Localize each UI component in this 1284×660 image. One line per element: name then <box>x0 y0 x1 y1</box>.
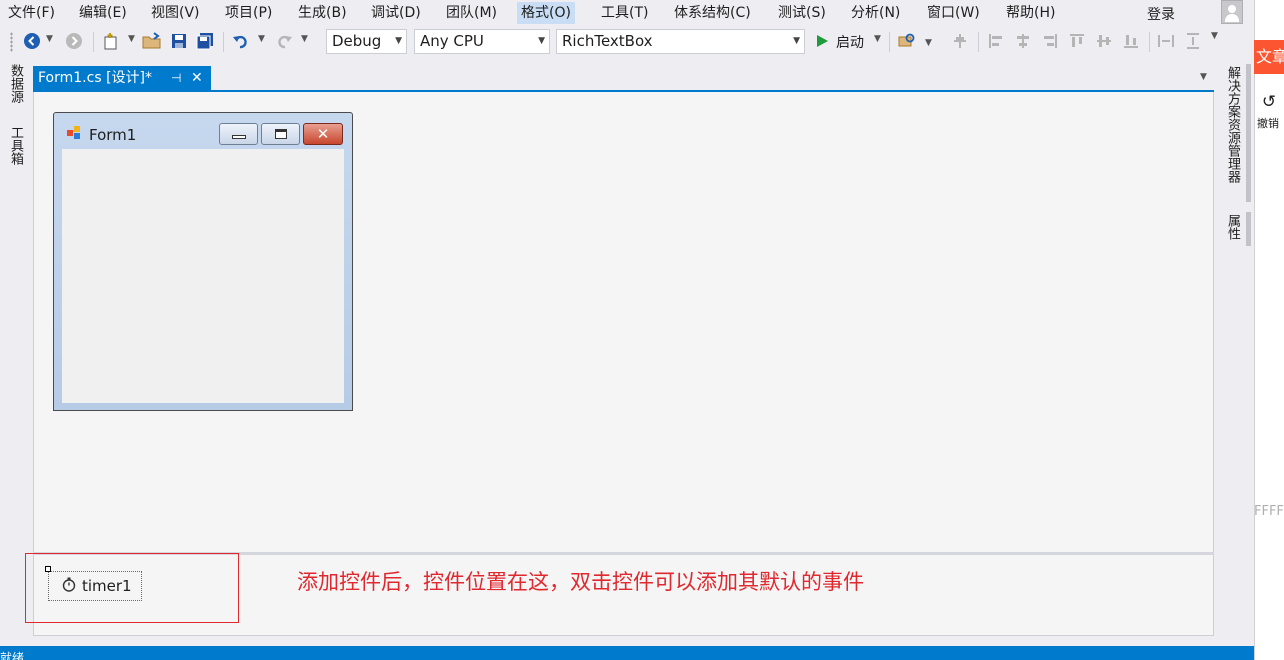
align-middles-icon[interactable] <box>1093 30 1115 52</box>
menu-edit[interactable]: 编辑(E) <box>75 2 131 24</box>
close-icon: ✕ <box>316 125 330 143</box>
maximize-icon <box>274 129 287 139</box>
menu-architecture[interactable]: 体系结构(C) <box>670 2 755 24</box>
login-link[interactable]: 登录 <box>1147 4 1175 24</box>
undo-arrow-icon[interactable]: ↺ <box>1259 92 1279 112</box>
chevron-down-icon: ▼ <box>793 36 800 46</box>
toolbar-separator <box>889 32 890 52</box>
navigate-back-dropdown-icon[interactable]: ▼ <box>46 34 53 44</box>
align-rights-icon[interactable] <box>1039 30 1061 52</box>
menu-team[interactable]: 团队(M) <box>442 2 501 24</box>
form1-design-window[interactable]: Form1 ✕ <box>53 112 353 411</box>
undo-icon[interactable] <box>230 30 252 52</box>
menu-analyze[interactable]: 分析(N) <box>847 2 904 24</box>
tab-list-dropdown-icon[interactable]: ▼ <box>1200 72 1207 82</box>
navigate-back-icon[interactable] <box>21 30 43 52</box>
form-title: Form1 <box>89 126 137 144</box>
navigate-forward-icon[interactable] <box>63 30 85 52</box>
document-tab-label: Form1.cs [设计]* <box>38 70 152 86</box>
maximize-button[interactable] <box>261 123 300 145</box>
chevron-down-icon: ▼ <box>395 36 402 46</box>
menu-help[interactable]: 帮助(H) <box>1002 2 1059 24</box>
color-hex-fragment: FFFF <box>1254 504 1284 519</box>
redo-icon[interactable] <box>273 30 295 52</box>
toolbox-tab[interactable]: 工具箱 <box>6 126 25 165</box>
make-same-width-icon[interactable] <box>1155 30 1177 52</box>
new-project-icon[interactable] <box>100 30 122 52</box>
menu-debug[interactable]: 调试(D) <box>367 2 425 24</box>
menu-build[interactable]: 生成(B) <box>294 2 351 24</box>
align-to-grid-icon[interactable] <box>949 30 971 52</box>
solution-explorer-tab[interactable]: 解决方案资源管理器 <box>1223 66 1242 183</box>
form-window-icon <box>67 126 81 140</box>
align-lefts-icon[interactable] <box>985 30 1007 52</box>
target-object-select[interactable]: RichTextBox ▼ <box>556 29 805 54</box>
new-project-dropdown-icon[interactable]: ▼ <box>128 34 135 44</box>
minimize-icon <box>231 135 246 139</box>
save-icon[interactable] <box>168 30 190 52</box>
find-dropdown-icon[interactable]: ▼ <box>925 38 932 48</box>
account-icon[interactable] <box>1221 0 1243 24</box>
solution-explorer-tab-marker <box>1246 64 1251 202</box>
menu-tools[interactable]: 工具(T) <box>597 2 652 24</box>
find-in-files-icon[interactable] <box>896 30 918 52</box>
write-article-button[interactable]: 文章 <box>1254 40 1284 74</box>
form-client-area[interactable] <box>62 149 344 403</box>
document-tab-form1-design[interactable]: Form1.cs [设计]* ⊣ ✕ <box>33 66 211 90</box>
close-form-button[interactable]: ✕ <box>303 123 343 145</box>
standard-toolbar: ▼ ▼ ▼ ▼ Debug ▼ Any CPU ▼ RichTextBox ▼ … <box>0 26 1254 58</box>
menu-format[interactable]: 格式(O) <box>517 2 575 24</box>
toolbar-grip[interactable] <box>10 32 13 52</box>
menu-test[interactable]: 测试(S) <box>774 2 830 24</box>
solution-platform-value: Any CPU <box>420 32 484 50</box>
toolbar-overflow-icon[interactable]: ▼ <box>1211 31 1218 41</box>
solution-configuration-value: Debug <box>332 32 382 50</box>
align-centers-icon[interactable] <box>1012 30 1034 52</box>
menu-project[interactable]: 项目(P) <box>221 2 276 24</box>
start-play-icon[interactable] <box>811 30 833 52</box>
annotation-text: 添加控件后，控件位置在这，双击控件可以添加其默认的事件 <box>297 570 864 594</box>
toolbar-separator <box>223 32 224 52</box>
target-object-value: RichTextBox <box>562 32 653 50</box>
start-dropdown-icon[interactable]: ▼ <box>874 34 881 44</box>
properties-tab-marker <box>1246 212 1251 246</box>
toolbar-separator <box>1149 32 1150 52</box>
status-bar: 就绪 <box>0 646 1254 660</box>
chevron-down-icon: ▼ <box>538 36 545 46</box>
redo-dropdown-icon[interactable]: ▼ <box>301 34 308 44</box>
toolbar-separator <box>93 32 94 52</box>
save-all-icon[interactable] <box>194 30 216 52</box>
menu-window[interactable]: 窗口(W) <box>923 2 984 24</box>
status-text: 就绪 <box>0 651 25 660</box>
pin-icon[interactable]: ⊣ <box>171 66 181 90</box>
properties-tab[interactable]: 属性 <box>1223 214 1242 240</box>
make-same-height-icon[interactable] <box>1182 30 1204 52</box>
minimize-button[interactable] <box>219 123 258 145</box>
align-bottoms-icon[interactable] <box>1120 30 1142 52</box>
toolbar-separator <box>978 32 979 52</box>
undo-label[interactable]: 撤销 <box>1257 115 1279 131</box>
start-button-label[interactable]: 启动 <box>836 32 864 52</box>
menu-bar: 文件(F) 编辑(E) 视图(V) 项目(P) 生成(B) 调试(D) 团队(M… <box>0 0 1254 26</box>
solution-platform-select[interactable]: Any CPU ▼ <box>414 29 550 54</box>
menu-view[interactable]: 视图(V) <box>147 2 204 24</box>
annotation-highlight-box <box>25 553 239 623</box>
undo-dropdown-icon[interactable]: ▼ <box>258 34 265 44</box>
data-sources-tab[interactable]: 数据源 <box>6 64 25 103</box>
menu-file[interactable]: 文件(F) <box>4 2 59 24</box>
close-icon[interactable]: ✕ <box>191 66 203 90</box>
solution-configuration-select[interactable]: Debug ▼ <box>326 29 407 54</box>
open-folder-icon[interactable] <box>141 30 163 52</box>
align-tops-icon[interactable] <box>1066 30 1088 52</box>
